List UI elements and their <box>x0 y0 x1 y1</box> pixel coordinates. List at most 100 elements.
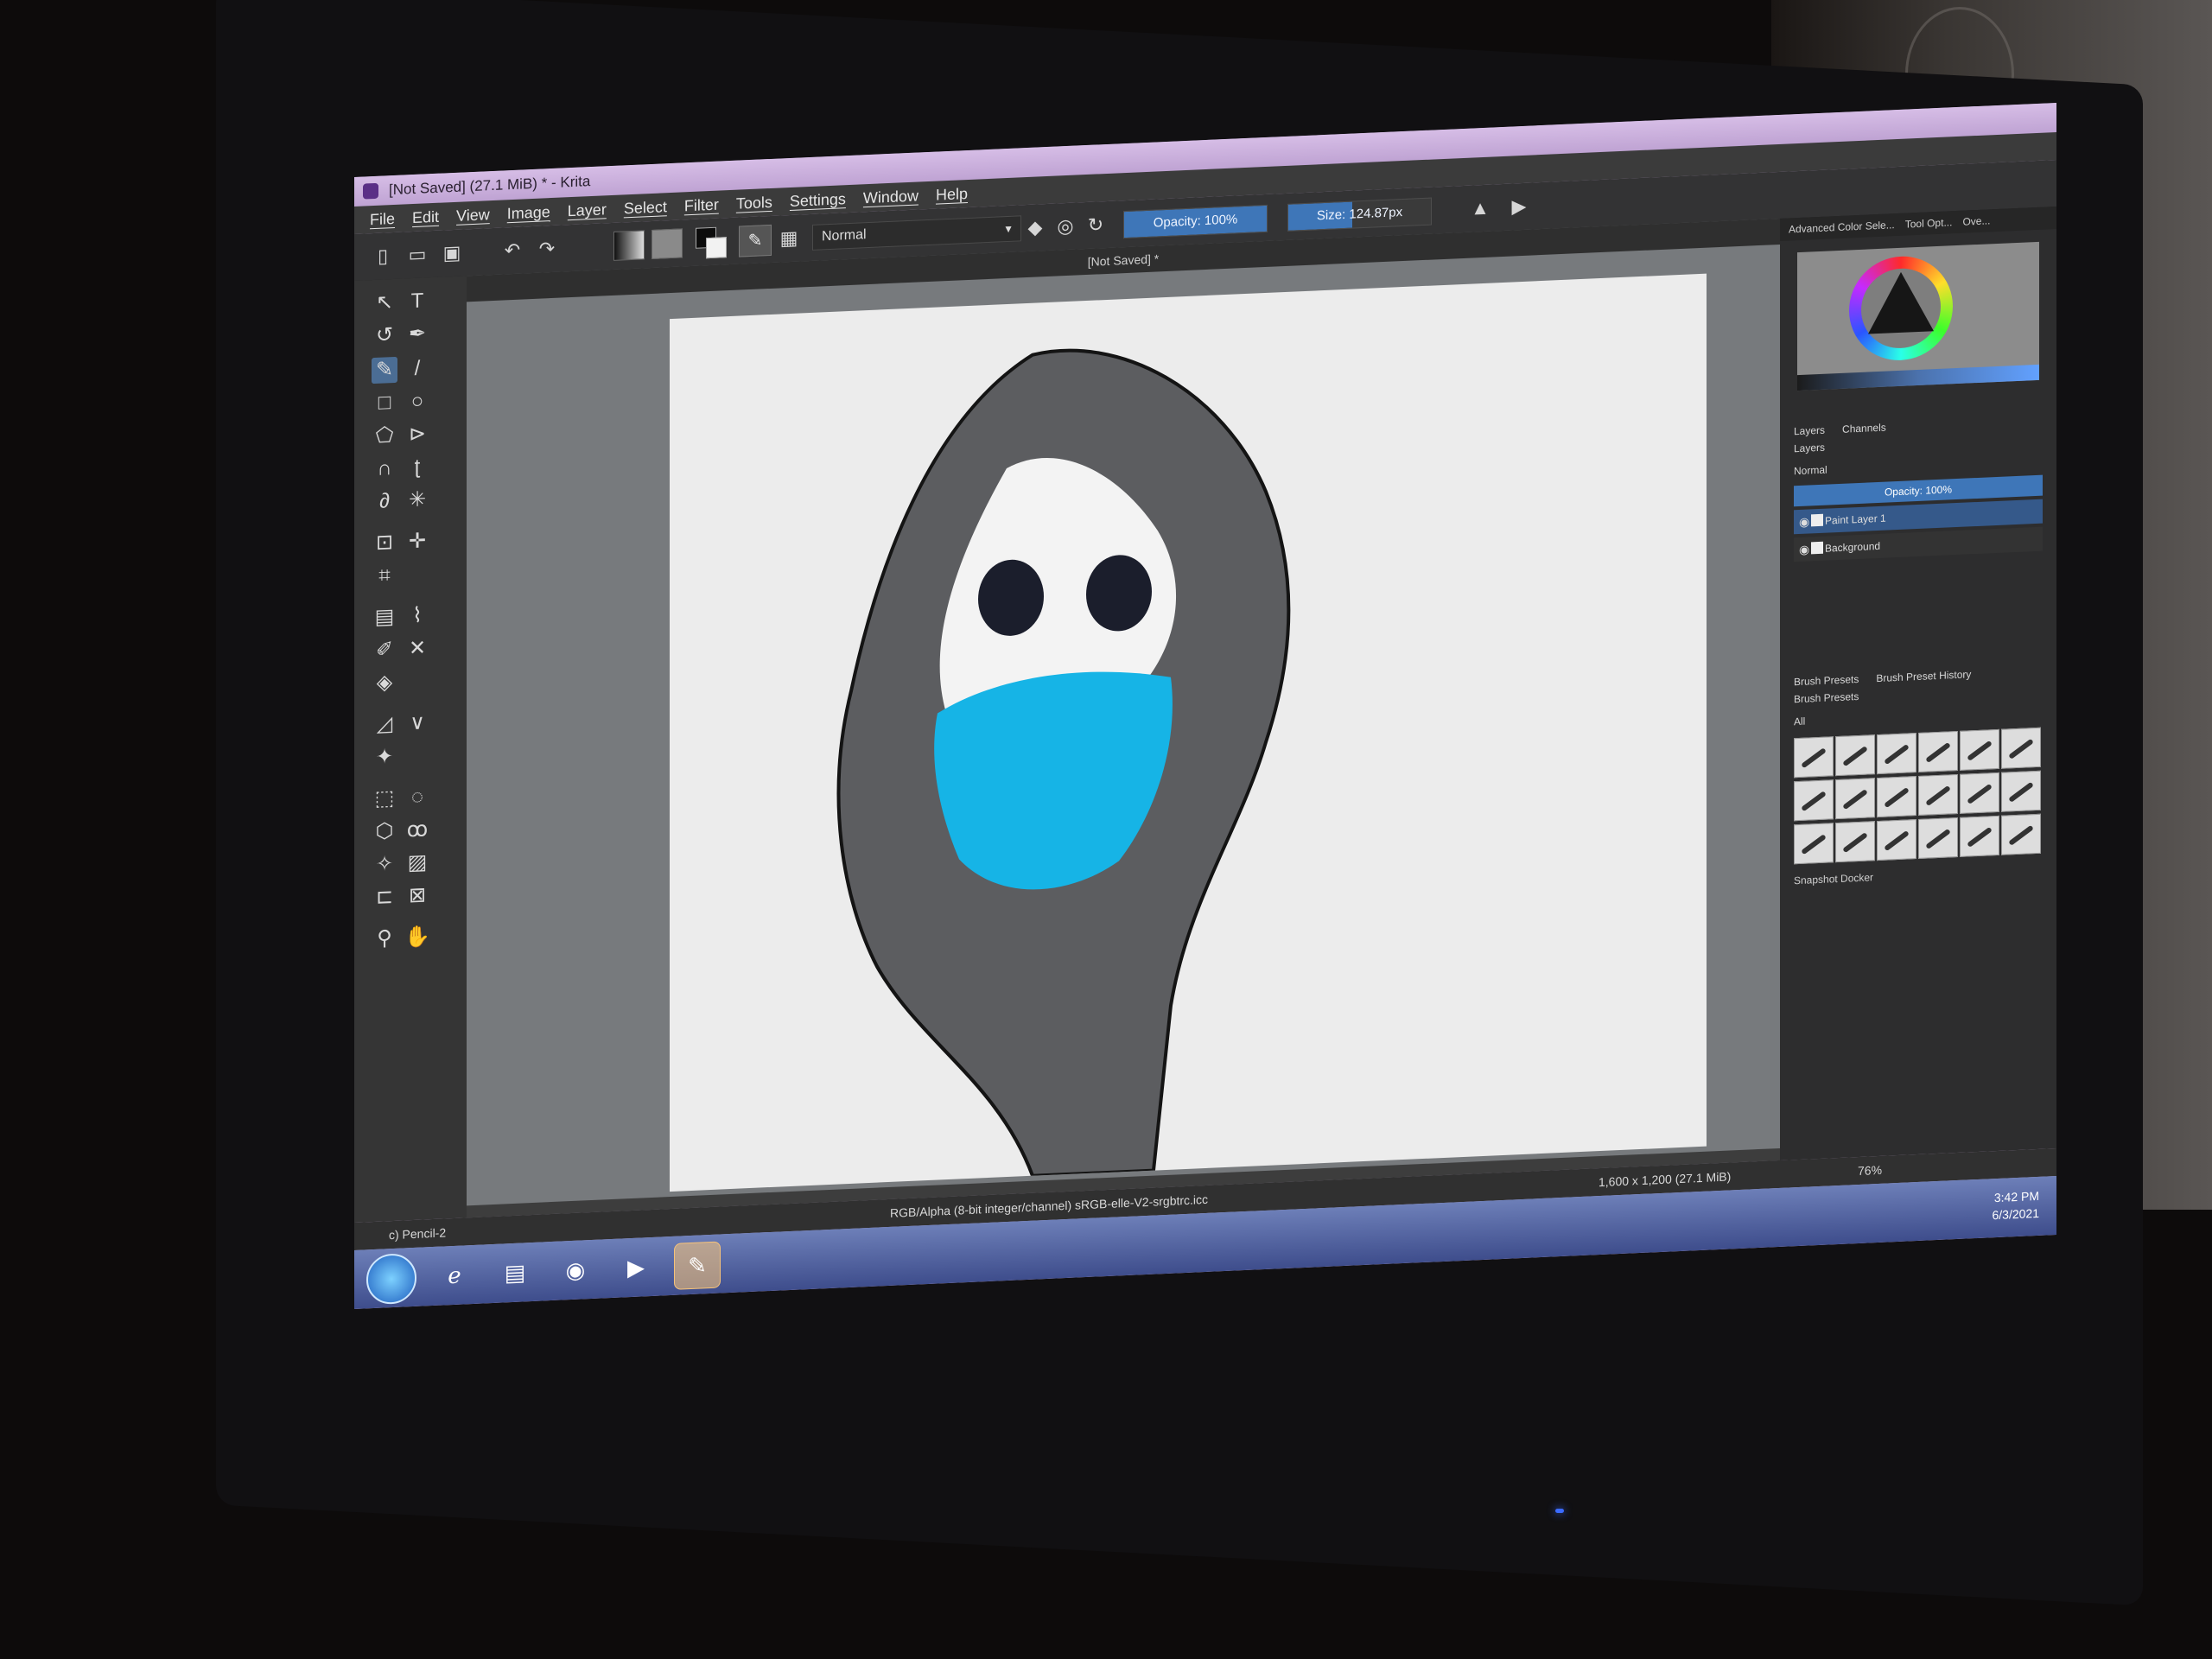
gradient-icon[interactable] <box>613 230 645 261</box>
color-picker-tool-icon[interactable]: ⌇ <box>404 602 430 629</box>
open-icon[interactable]: ▭ <box>406 243 429 266</box>
brush-preset-thumbnail[interactable] <box>1835 821 1875 863</box>
eraser-icon[interactable]: ◆ <box>1024 216 1046 239</box>
brush-preset-thumbnail[interactable] <box>1835 734 1875 777</box>
brush-preset-thumbnail[interactable] <box>1960 815 1999 857</box>
color-strip[interactable] <box>1797 364 2039 391</box>
menu-layer[interactable]: Layer <box>568 195 607 225</box>
opacity-slider[interactable]: Opacity: 100% <box>1123 204 1268 239</box>
brush-preset-thumbnail[interactable] <box>1918 817 1958 859</box>
brush-preset-thumbnail[interactable] <box>2001 813 2041 855</box>
similar-selection-tool-icon[interactable]: ▨ <box>404 849 430 876</box>
assistant-tool-icon[interactable]: ◿ <box>372 711 397 738</box>
menu-window[interactable]: Window <box>863 181 918 212</box>
polygon-tool-icon[interactable]: ⬠ <box>372 423 397 449</box>
media-player-icon[interactable]: ▶ <box>613 1244 658 1291</box>
brush-preset-thumbnail[interactable] <box>1877 733 1916 775</box>
freehand-brush-tool-icon[interactable]: ✎ <box>372 356 397 385</box>
undo-icon[interactable]: ↶ <box>501 238 524 262</box>
freehand-path-tool-icon[interactable]: ʈ <box>404 454 430 480</box>
tab-advanced-color-selector[interactable]: Advanced Color Sele... <box>1789 219 1895 235</box>
select-shapes-tool-icon[interactable]: ↖ <box>372 289 397 316</box>
multibrush-tool-icon[interactable]: ✳ <box>404 486 430 513</box>
magnetic-selection-tool-icon[interactable]: ⊠ <box>404 882 430 909</box>
freehand-selection-tool-icon[interactable]: ꝏ <box>404 817 430 843</box>
reload-icon[interactable]: ↻ <box>1084 213 1107 237</box>
internet-explorer-icon[interactable]: ℯ <box>432 1252 477 1299</box>
tab-layers[interactable]: Layers <box>1794 424 1825 438</box>
crop-tool-icon[interactable]: ⌗ <box>372 563 397 589</box>
pattern-icon[interactable] <box>652 228 683 259</box>
text-tool-icon[interactable]: T <box>404 288 430 315</box>
size-slider[interactable]: Size: 124.87px <box>1287 197 1432 232</box>
bezier-tool-icon[interactable]: ∩ <box>372 455 397 482</box>
pan-tool-icon[interactable]: ✋ <box>404 924 430 950</box>
brush-preset-thumbnail[interactable] <box>1960 728 1999 771</box>
menu-help[interactable]: Help <box>936 180 968 209</box>
gradient-tool-icon[interactable]: ▤ <box>372 604 397 631</box>
mirror-horizontal-icon[interactable]: ▲ <box>1469 197 1491 220</box>
workspace-icon[interactable]: ▦ <box>778 226 800 250</box>
mirror-vertical-icon[interactable]: ▶ <box>1508 195 1530 219</box>
new-document-icon[interactable]: ▯ <box>372 245 394 268</box>
menu-edit[interactable]: Edit <box>412 203 439 232</box>
reference-images-tool-icon[interactable]: ✦ <box>372 744 397 771</box>
tab-overview[interactable]: Ove... <box>1962 214 1990 227</box>
advanced-color-selector[interactable] <box>1797 241 2039 391</box>
colorize-mask-tool-icon[interactable]: ✐ <box>372 637 397 664</box>
polygonal-selection-tool-icon[interactable]: ⬡ <box>372 818 397 845</box>
system-tray-clock[interactable]: 3:42 PM 6/3/2021 <box>1993 1187 2040 1224</box>
eye-icon[interactable]: ◉ <box>1799 537 1809 562</box>
line-tool-icon[interactable]: / <box>404 355 430 382</box>
rectangle-tool-icon[interactable]: □ <box>372 390 397 416</box>
brush-preset-thumbnail[interactable] <box>2001 770 2041 812</box>
menu-view[interactable]: View <box>456 200 490 230</box>
zoom-tool-icon[interactable]: ⚲ <box>372 925 397 952</box>
brush-preset-thumbnail[interactable] <box>1918 730 1958 772</box>
eye-icon[interactable]: ◉ <box>1799 509 1809 534</box>
tab-tool-options[interactable]: Tool Opt... <box>1905 216 1953 230</box>
krita-icon[interactable]: ✎ <box>674 1241 721 1290</box>
move-tool-icon[interactable]: ✛ <box>404 528 430 555</box>
contiguous-selection-tool-icon[interactable]: ✧ <box>372 851 397 878</box>
elliptical-selection-tool-icon[interactable]: ◌ <box>404 784 430 810</box>
dynamic-brush-tool-icon[interactable]: ∂ <box>372 488 397 515</box>
brush-preset-thumbnail[interactable] <box>1918 773 1958 816</box>
ellipse-tool-icon[interactable]: ○ <box>404 388 430 415</box>
swap-colors-icon[interactable] <box>696 226 727 259</box>
redo-icon[interactable]: ↷ <box>536 238 558 261</box>
measure-tool-icon[interactable]: ∨ <box>404 709 430 736</box>
edit-shapes-tool-icon[interactable]: ↺ <box>372 322 397 349</box>
smart-patch-tool-icon[interactable]: ✕ <box>404 635 430 662</box>
rectangular-selection-tool-icon[interactable]: ⬚ <box>372 785 397 812</box>
preserve-alpha-icon[interactable]: ◎ <box>1054 214 1077 238</box>
brush-preset-thumbnail[interactable] <box>1877 819 1916 861</box>
brush-preset-thumbnail[interactable] <box>1835 778 1875 820</box>
save-icon[interactable]: ▣ <box>441 241 463 264</box>
fill-tool-icon[interactable]: ◈ <box>372 670 397 696</box>
file-explorer-icon[interactable]: ▤ <box>493 1249 537 1296</box>
chrome-icon[interactable]: ◉ <box>553 1247 598 1294</box>
color-wheel[interactable] <box>1849 254 1953 363</box>
brush-preset-thumbnail[interactable] <box>1960 772 1999 814</box>
menu-image[interactable]: Image <box>507 198 550 227</box>
brush-preset-thumbnail[interactable] <box>1794 779 1834 822</box>
menu-filter[interactable]: Filter <box>684 191 719 220</box>
blend-mode-select[interactable]: Normal ▼ <box>812 215 1021 251</box>
brush-preset-thumbnail[interactable] <box>1877 776 1916 818</box>
menu-file[interactable]: File <box>370 205 395 233</box>
color-triangle[interactable] <box>1868 270 1934 334</box>
background-color[interactable] <box>706 237 727 259</box>
start-button[interactable] <box>366 1252 416 1306</box>
calligraphy-tool-icon[interactable]: ✒ <box>404 321 430 347</box>
transform-tool-icon[interactable]: ⊡ <box>372 530 397 556</box>
menu-select[interactable]: Select <box>624 193 667 222</box>
brush-preset-thumbnail[interactable] <box>1794 823 1834 865</box>
menu-tools[interactable]: Tools <box>736 188 772 218</box>
bezier-selection-tool-icon[interactable]: ⊏ <box>372 884 397 911</box>
canvas-paper[interactable] <box>670 273 1707 1192</box>
zoom-level[interactable]: 76% <box>1858 1156 1882 1185</box>
polyline-tool-icon[interactable]: ⊳ <box>404 421 430 448</box>
brush-preset-thumbnail[interactable] <box>1794 736 1834 779</box>
current-brush-name[interactable]: c) Pencil-2 <box>389 1218 446 1249</box>
